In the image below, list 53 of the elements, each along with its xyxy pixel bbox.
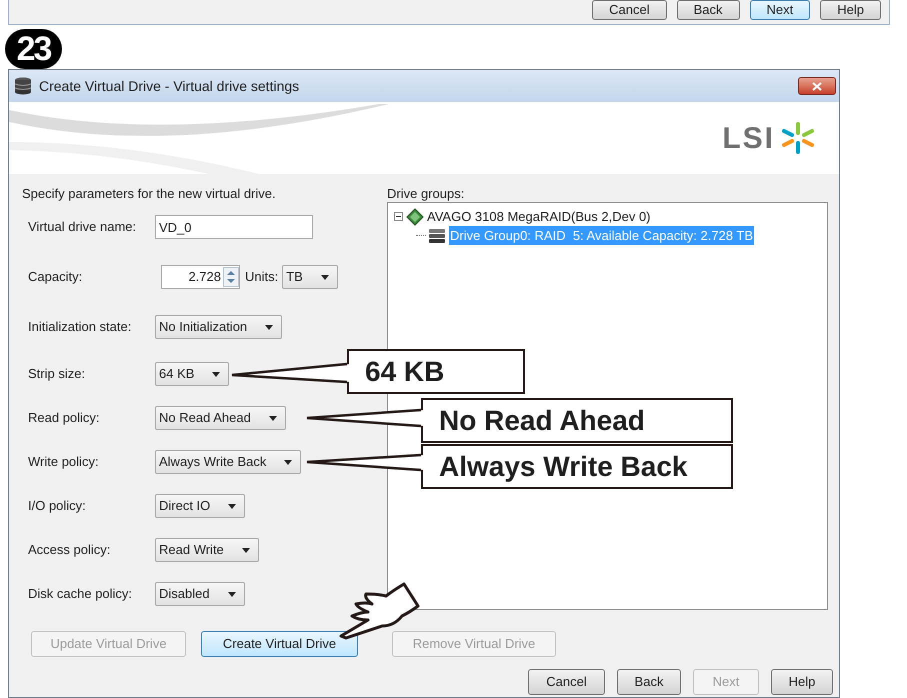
controller-chip-icon: [406, 208, 424, 226]
spinner-arrows-icon[interactable]: [223, 267, 239, 287]
button[interactable]: Help: [771, 669, 833, 695]
caret-icon: [242, 548, 250, 552]
field-label: Capacity:: [28, 268, 84, 286]
field-label: Write policy:: [28, 453, 100, 472]
dropdown[interactable]: Always Write Back: [155, 450, 302, 474]
step-number-badge: 23: [5, 29, 62, 69]
collapse-icon[interactable]: [394, 212, 403, 221]
close-icon: [812, 82, 822, 90]
field-label: Virtual drive name:: [28, 218, 138, 236]
default-button[interactable]: Next: [750, 0, 810, 20]
button[interactable]: Back: [676, 0, 740, 20]
tree-item[interactable]: AVAGO 3108 MegaRAID(Bus 2,Dev 0): [426, 206, 652, 226]
drive-groups-label: Drive groups:: [387, 185, 466, 202]
callout-label: 64 KB: [347, 349, 525, 394]
window-title: Create Virtual Drive - Virtual drive settings: [39, 76, 300, 96]
dropdown[interactable]: TB: [282, 265, 338, 289]
caret-icon: [320, 274, 329, 280]
dropdown[interactable]: No Read Ahead: [155, 406, 286, 430]
dropdown[interactable]: Read Write: [155, 538, 259, 562]
dropdown[interactable]: Direct IO: [155, 494, 246, 518]
field-label: Strip size:: [28, 365, 86, 384]
drive-stack-icon: [427, 226, 447, 244]
button[interactable]: Back: [617, 669, 681, 695]
button[interactable]: Cancel: [592, 0, 667, 20]
callout-label: No Read Ahead: [421, 398, 733, 443]
dropdown[interactable]: Disabled: [155, 582, 245, 606]
caret-icon: [265, 324, 274, 330]
field-label: I/O policy:: [28, 497, 87, 516]
button[interactable]: Help: [820, 0, 881, 20]
starburst-logo-icon: [781, 121, 815, 155]
button[interactable]: Create Virtual Drive: [201, 631, 358, 657]
caret-icon: [228, 592, 236, 596]
caret-icon: [212, 372, 220, 376]
field-label: Read policy:: [28, 409, 101, 428]
callout-label: Always Write Back: [421, 444, 733, 489]
caret-icon: [284, 460, 292, 464]
field-label: Initialization state:: [28, 318, 132, 336]
instructions-text: Specify parameters for the new virtual drive.: [22, 185, 277, 202]
caret-icon: [268, 416, 277, 420]
close-button[interactable]: [798, 77, 836, 95]
dropdown[interactable]: 64 KB: [155, 362, 230, 386]
logo-text: LSI: [722, 120, 775, 156]
text-field[interactable]: VD_0: [155, 215, 313, 239]
units-label: Units:: [245, 268, 278, 286]
field-label: Disk cache policy:: [28, 585, 134, 604]
field-label: Access policy:: [28, 541, 112, 560]
dropdown[interactable]: No Initialization: [155, 315, 282, 339]
database-icon: [13, 77, 33, 95]
caret-icon: [228, 504, 236, 508]
number-spinner[interactable]: 2.728: [161, 265, 240, 289]
button[interactable]: Cancel: [528, 669, 605, 695]
